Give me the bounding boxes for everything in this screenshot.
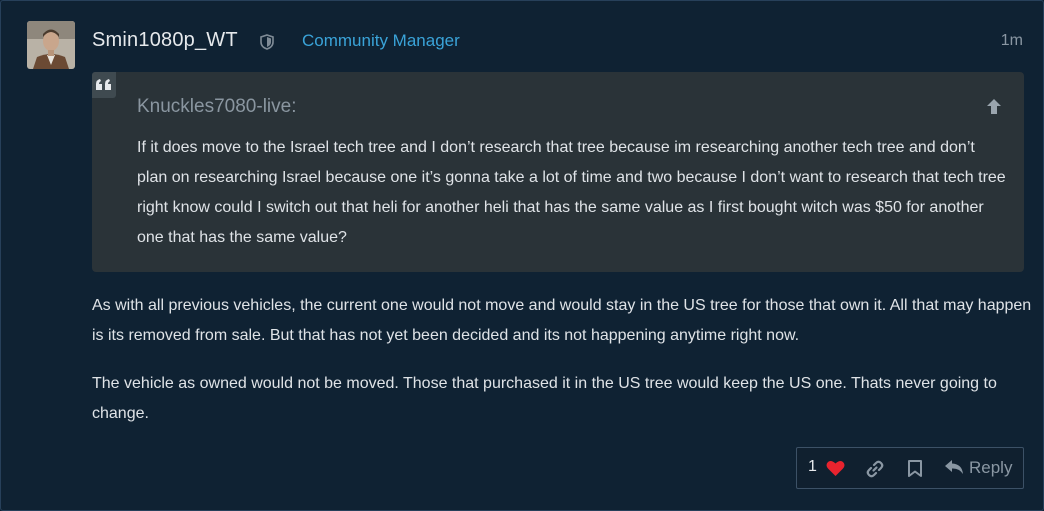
avatar[interactable] (27, 21, 75, 69)
reply-label: Reply (969, 458, 1013, 477)
bookmark-icon[interactable] (907, 459, 923, 478)
user-title[interactable]: Community Manager (302, 31, 460, 51)
shield-icon (260, 34, 274, 50)
username[interactable]: Smin1080p_WT (92, 29, 238, 52)
link-icon[interactable] (865, 459, 885, 479)
post-paragraph: The vehicle as owned would not be moved.… (92, 375, 997, 422)
post-timestamp[interactable]: 1m (1001, 32, 1023, 50)
reply-icon (944, 459, 964, 475)
post-actions: 1 Reply (796, 447, 1024, 489)
quote-author: Knuckles7080-live: (137, 96, 297, 117)
post-header: Smin1080p_WT Community Manager 1m (92, 29, 1023, 57)
quote-block: Knuckles7080-live: If it does move to th… (92, 72, 1024, 272)
quote-icon (92, 72, 116, 98)
post-container: Smin1080p_WT Community Manager 1m Knuckl… (0, 0, 1044, 511)
like-count[interactable]: 1 (808, 458, 817, 476)
quote-text: If it does move to the Israel tech tree … (137, 139, 1006, 246)
heart-icon[interactable] (826, 460, 845, 477)
arrow-up-icon[interactable] (985, 97, 1003, 117)
post-paragraph: As with all previous vehicles, the curre… (92, 297, 1032, 344)
